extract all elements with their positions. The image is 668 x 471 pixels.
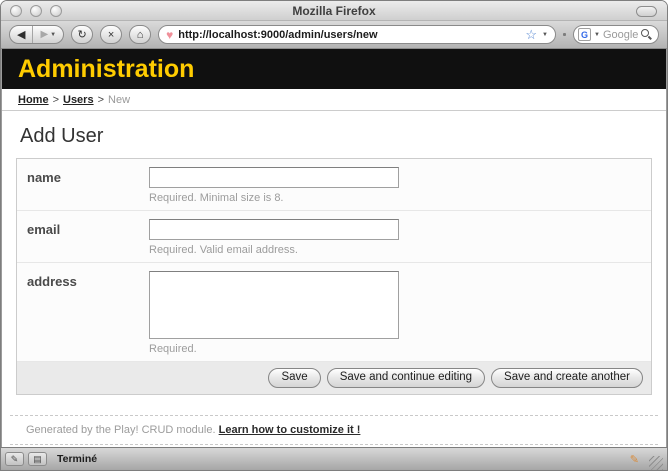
forward-icon: ▶ (40, 29, 48, 40)
google-engine-icon[interactable]: G (578, 28, 591, 41)
url-bar[interactable]: ♥ ☆ ▼ (158, 25, 556, 44)
stop-icon: × (108, 29, 114, 41)
search-input[interactable] (603, 29, 638, 41)
page-title: Add User (20, 125, 666, 148)
email-label: email (27, 219, 149, 256)
name-hint: Required. Minimal size is 8. (149, 192, 641, 204)
save-button[interactable]: Save (268, 368, 320, 388)
admin-header: Administration (2, 49, 666, 89)
address-hint: Required. (149, 343, 641, 355)
page-footer: Generated by the Play! CRUD module. Lear… (10, 415, 658, 445)
statusbar-brush-icon[interactable]: ✎ (630, 453, 639, 466)
breadcrumb-users-link[interactable]: Users (63, 94, 94, 106)
footer-text: Generated by the Play! CRUD module. (26, 424, 216, 436)
navigation-toolbar: ◀ ▶ ▼ ↻ × ⌂ ♥ ☆ ▼ G ▼ (1, 21, 667, 49)
add-user-form: name Required. Minimal size is 8. email … (16, 158, 652, 395)
email-hint: Required. Valid email address. (149, 244, 641, 256)
back-button[interactable]: ◀ (10, 26, 32, 43)
forward-button[interactable]: ▶ ▼ (32, 26, 63, 43)
breadcrumb-home-link[interactable]: Home (18, 94, 49, 106)
breadcrumb-separator: > (98, 94, 104, 106)
form-row-email: email Required. Valid email address. (17, 211, 651, 263)
stop-button[interactable]: × (100, 25, 122, 44)
home-icon: ⌂ (137, 29, 144, 41)
breadcrumb: Home > Users > New (2, 89, 666, 111)
favicon-heart-icon: ♥ (166, 29, 173, 41)
admin-header-title: Administration (18, 55, 194, 84)
form-row-name: name Required. Minimal size is 8. (17, 159, 651, 211)
search-engine-dropdown-icon[interactable]: ▼ (594, 32, 600, 38)
status-bar: ✎ ▤ Terminé ✎ (1, 447, 667, 470)
address-field[interactable] (149, 271, 399, 339)
save-continue-button[interactable]: Save and continue editing (327, 368, 485, 388)
name-field[interactable] (149, 167, 399, 188)
toolbar-separator-dot (563, 33, 566, 36)
window-title: Mozilla Firefox (1, 4, 667, 18)
history-nav-group: ◀ ▶ ▼ (9, 25, 64, 44)
statusbar-chart-icon[interactable]: ▤ (28, 452, 47, 466)
home-button[interactable]: ⌂ (129, 25, 151, 44)
name-label: name (27, 167, 149, 204)
save-create-another-button[interactable]: Save and create another (491, 368, 643, 388)
browser-viewport: Administration Home > Users > New Add Us… (1, 49, 667, 447)
breadcrumb-current: New (108, 94, 130, 106)
toolbar-toggle-button[interactable] (636, 6, 657, 17)
firefox-window: Mozilla Firefox ◀ ▶ ▼ ↻ × ⌂ ♥ ☆ ▼ (0, 0, 668, 471)
search-bar[interactable]: G ▼ (573, 25, 659, 44)
reload-button[interactable]: ↻ (71, 25, 93, 44)
url-input[interactable] (178, 29, 520, 41)
form-actions-bar: Save Save and continue editing Save and … (17, 362, 651, 394)
email-field[interactable] (149, 219, 399, 240)
resize-grip[interactable] (649, 456, 663, 470)
search-magnifier-icon (641, 29, 652, 40)
history-dropdown-icon: ▼ (50, 32, 56, 38)
status-text: Terminé (57, 453, 97, 465)
form-row-address: address Required. (17, 263, 651, 362)
window-titlebar[interactable]: Mozilla Firefox (1, 1, 667, 21)
breadcrumb-separator: > (53, 94, 59, 106)
bookmark-star-icon[interactable]: ☆ (525, 28, 537, 41)
back-icon: ◀ (17, 28, 25, 41)
statusbar-pencil-icon[interactable]: ✎ (5, 452, 24, 466)
address-label: address (27, 271, 149, 355)
url-dropdown-icon[interactable]: ▼ (542, 32, 548, 38)
footer-customize-link[interactable]: Learn how to customize it ! (219, 424, 361, 436)
reload-icon: ↻ (78, 28, 87, 41)
